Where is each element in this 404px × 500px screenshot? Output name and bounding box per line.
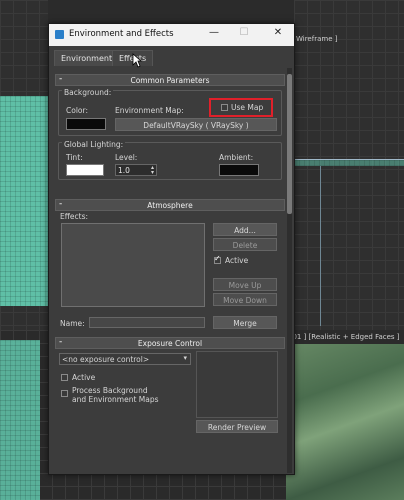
render-preview-button[interactable]: Render Preview (196, 420, 278, 433)
exposure-active-label[interactable]: Active (72, 373, 95, 382)
viewport-bottom-teal (0, 340, 40, 500)
rollout-atmosphere[interactable]: - Atmosphere (55, 199, 285, 211)
environment-effects-dialog: Environment and Effects — ☐ ✕ Environmen… (48, 23, 295, 475)
atmosphere-active-checkbox[interactable] (214, 254, 221, 264)
tint-label: Tint: (66, 153, 83, 162)
ambient-label: Ambient: (219, 153, 254, 162)
mouse-cursor-icon (132, 53, 142, 68)
viewport-teal-strip (294, 160, 404, 166)
rollout-common-parameters[interactable]: - Common Parameters (55, 74, 285, 86)
exposure-active-checkbox[interactable] (61, 374, 68, 381)
rollout-exposure-control[interactable]: - Exposure Control (55, 337, 285, 349)
effects-list[interactable] (61, 223, 205, 307)
add-effect-button[interactable]: Add... (213, 223, 277, 236)
ambient-color-swatch[interactable] (219, 164, 259, 176)
rollout-title: Exposure Control (137, 339, 203, 348)
process-background-checkbox[interactable] (61, 390, 68, 397)
environment-map-button[interactable]: DefaultVRaySky ( VRaySky ) (115, 118, 277, 131)
tab-environment[interactable]: Environment (54, 50, 120, 66)
viewport-bottom-right[interactable] (286, 330, 404, 500)
viewport-guide-line (294, 159, 404, 160)
viewport-guide-line-vertical (320, 166, 321, 326)
exposure-control-dropdown[interactable]: <no exposure control> ▾ (59, 353, 191, 365)
use-map-checkbox[interactable] (221, 104, 228, 111)
environment-map-label: Environment Map: (115, 106, 184, 115)
app-icon (55, 30, 64, 39)
move-down-button[interactable]: Move Down (213, 293, 277, 306)
dialog-titlebar[interactable]: Environment and Effects — ☐ ✕ (49, 24, 294, 46)
spinner-arrows-icon: ▴ ▾ (150, 164, 154, 176)
maximize-button[interactable]: ☐ (237, 27, 251, 38)
color-label: Color: (66, 106, 88, 115)
panel-scrollbar-thumb[interactable] (287, 74, 292, 214)
level-spinner[interactable]: 1.0 ▴ ▾ (115, 164, 157, 176)
tint-color-swatch[interactable] (66, 164, 104, 176)
exposure-preview-area (196, 351, 278, 418)
viewport-bottom-label: 001 ] [Realistic + Edged Faces ] (288, 333, 400, 341)
level-label: Level: (115, 153, 138, 162)
dialog-title: Environment and Effects (69, 29, 174, 39)
rollout-panel: - Common Parameters Background: Color: E… (55, 68, 285, 473)
effects-label: Effects: (60, 212, 89, 221)
close-button[interactable]: ✕ (271, 27, 285, 38)
move-up-button[interactable]: Move Up (213, 278, 277, 291)
level-value: 1.0 (118, 166, 130, 175)
global-lighting-label: Global Lighting: (62, 140, 126, 149)
use-map-label[interactable]: Use Map (231, 103, 263, 112)
chevron-down-icon: ▾ (183, 354, 187, 362)
viewport-teal-object (0, 96, 48, 306)
minimize-button[interactable]: — (207, 27, 221, 38)
merge-button[interactable]: Merge (213, 316, 277, 329)
effect-name-field[interactable] (89, 317, 205, 328)
process-background-label[interactable]: Process Background (72, 386, 148, 395)
atmosphere-active-label[interactable]: Active (225, 256, 248, 265)
rollout-title: Atmosphere (147, 201, 193, 210)
exposure-dropdown-value: <no exposure control> (62, 355, 150, 364)
tab-row: Environment Effects (49, 46, 294, 66)
rollout-title: Common Parameters (130, 76, 210, 85)
delete-effect-button[interactable]: Delete (213, 238, 277, 251)
process-background-label-line2[interactable]: and Environment Maps (72, 395, 159, 404)
name-label: Name: (60, 319, 85, 328)
background-color-swatch[interactable] (66, 118, 106, 130)
viewport-top-label: Wireframe ] (296, 35, 338, 43)
background-group-label: Background: (62, 88, 114, 97)
